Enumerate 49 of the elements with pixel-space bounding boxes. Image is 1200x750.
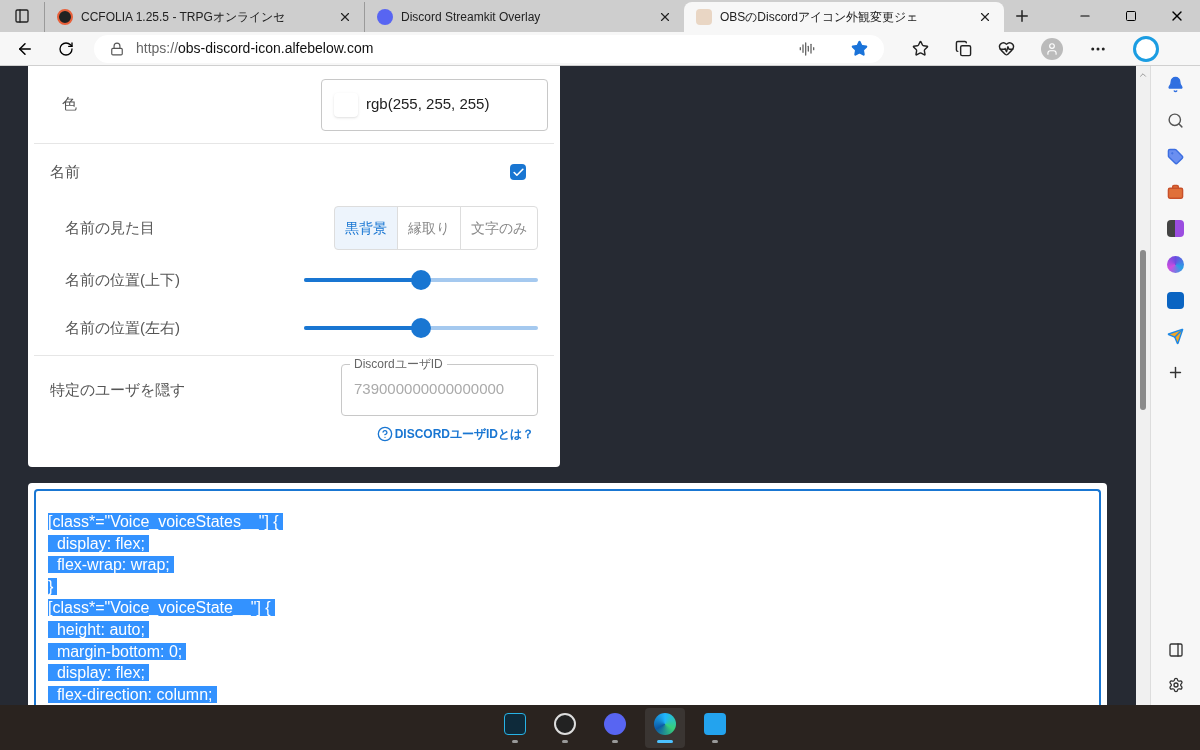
restore-icon[interactable] (1125, 10, 1137, 22)
field-label: DiscordユーザID (353, 358, 444, 370)
toolbox-icon[interactable] (1167, 184, 1184, 201)
health-icon[interactable] (998, 40, 1015, 57)
user-id-field[interactable]: DiscordユーザID 739000000000000000 (341, 358, 538, 416)
tab-favicon-icon (377, 9, 393, 25)
address-bar[interactable]: https://obs-discord-icon.alfebelow.com (94, 34, 884, 63)
setting-label: 名前の位置(左右) (65, 317, 180, 338)
sidebar-toggle-icon[interactable] (1167, 642, 1184, 658)
setting-label: 特定のユーザを隠す (50, 379, 185, 400)
scrollbar[interactable] (1136, 66, 1150, 705)
taskbar-app[interactable] (645, 707, 685, 748)
url-text: https://obs-discord-icon.alfebelow.com (136, 39, 375, 58)
toggle-option[interactable]: 文字のみ (460, 206, 538, 250)
user-id-input[interactable]: 739000000000000000 (354, 378, 525, 401)
setting-label: 名前の位置(上下) (65, 269, 180, 290)
checkbox[interactable] (510, 164, 526, 180)
slider[interactable] (304, 318, 538, 338)
setting-label: 名前の見た目 (65, 217, 155, 238)
favorites-icon[interactable] (912, 40, 929, 57)
help-icon[interactable] (376, 426, 393, 442)
close-icon[interactable] (978, 10, 992, 24)
slider-thumb[interactable] (411, 318, 431, 338)
help-link[interactable]: DISCORDユーザIDとは？ (394, 425, 534, 443)
tab-actions-icon[interactable] (14, 8, 30, 24)
new-tab-icon[interactable] (1013, 7, 1031, 25)
toggle-option[interactable]: 黒背景 (334, 206, 398, 250)
setting-label: 名前 (50, 161, 80, 182)
collections-icon[interactable] (955, 40, 972, 57)
slider-thumb[interactable] (411, 270, 431, 290)
close-icon[interactable] (338, 10, 352, 24)
add-icon[interactable] (1167, 364, 1184, 381)
reload-icon[interactable] (58, 40, 74, 57)
tab-favicon-icon (696, 9, 712, 25)
bell-icon[interactable] (1167, 76, 1184, 93)
search-icon[interactable] (1167, 112, 1184, 129)
tag-icon[interactable] (1167, 148, 1184, 165)
favorite-star-icon[interactable] (851, 40, 868, 57)
slider[interactable] (304, 270, 538, 290)
close-icon[interactable] (658, 10, 672, 24)
lock-icon (110, 41, 124, 56)
paper-plane-icon[interactable] (1167, 328, 1184, 345)
toggle-option[interactable]: 縁取り (397, 206, 461, 250)
browser-tab[interactable]: OBSのDiscordアイコン外観変更ジェ (684, 2, 1004, 32)
settings-icon[interactable] (1167, 677, 1184, 693)
tab-favicon-icon (57, 9, 73, 25)
read-aloud-icon[interactable] (799, 40, 815, 57)
setting-label: 色 (62, 94, 77, 115)
color-field[interactable]: rgb(255, 255, 255) (321, 78, 548, 131)
